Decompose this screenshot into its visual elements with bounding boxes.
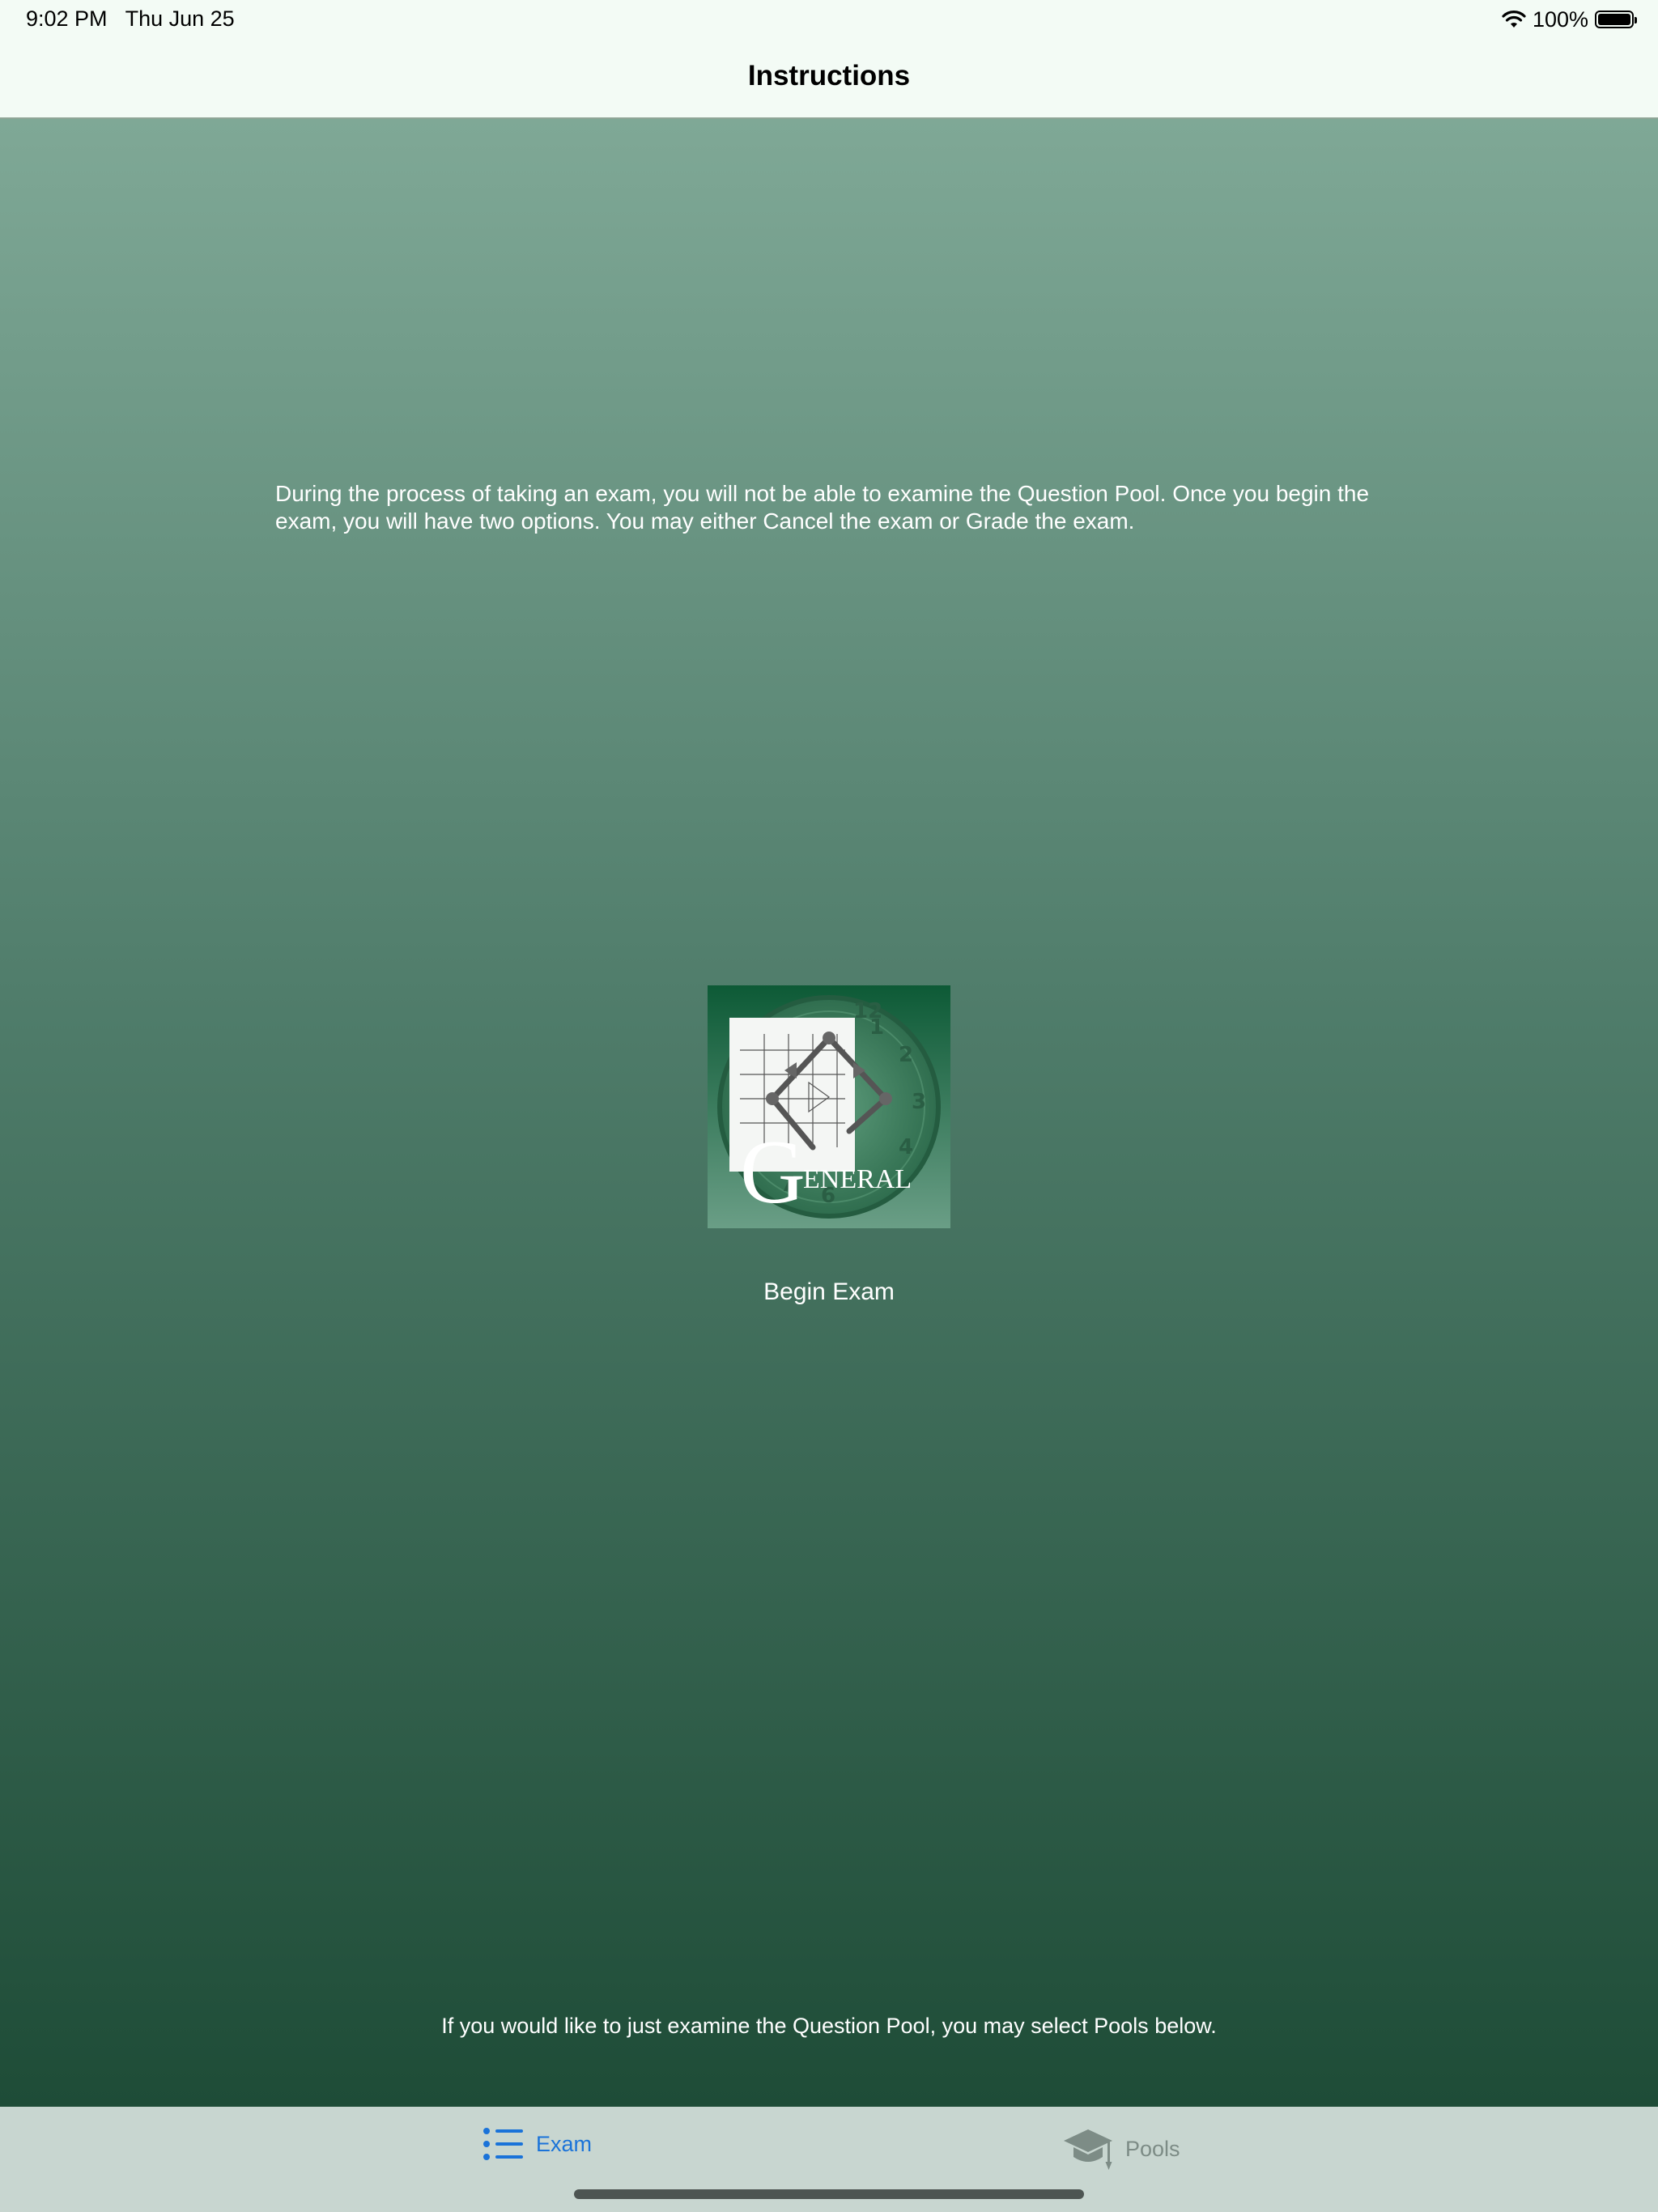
tab-exam-label: Exam (536, 2131, 593, 2156)
battery-percent: 100% (1532, 6, 1588, 32)
general-exam-logo-button[interactable]: 1 2 3 4 6 7 12 G ENERAL (708, 985, 950, 1228)
tab-pools-label: Pools (1125, 2136, 1180, 2161)
page-title: Instructions (747, 60, 911, 91)
begin-exam-button[interactable]: Begin Exam (0, 1278, 1658, 1306)
home-indicator[interactable] (574, 2189, 1084, 2199)
general-logo-image: 1 2 3 4 6 7 12 G ENERAL (708, 985, 950, 1228)
tab-pools[interactable]: Pools (1062, 2126, 1180, 2172)
battery-icon (1595, 11, 1637, 28)
svg-text:4: 4 (899, 1135, 913, 1159)
tab-exam[interactable]: Exam (483, 2126, 592, 2162)
top-bar: 9:02 PM Thu Jun 25 100% Instructions (0, 0, 1658, 119)
logo-rest-text: ENERAL (803, 1164, 912, 1194)
svg-text:3: 3 (912, 1090, 926, 1114)
date-text: Thu Jun 25 (125, 6, 235, 31)
list-icon (483, 2128, 523, 2160)
svg-text:2: 2 (899, 1043, 913, 1067)
wifi-icon (1502, 11, 1526, 28)
graduation-cap-icon (1064, 2129, 1112, 2170)
logo-big-letter: G (740, 1122, 806, 1223)
pools-hint-text: If you would like to just examine the Qu… (441, 2014, 1217, 2038)
app-screen: 9:02 PM Thu Jun 25 100% Instructions Dur… (0, 0, 1658, 2212)
battery-level (1598, 14, 1630, 25)
clock-text: 9:02 PM (26, 6, 108, 31)
svg-text:12: 12 (853, 999, 882, 1023)
status-time: 9:02 PM Thu Jun 25 (26, 6, 235, 32)
status-indicators: 100% (1502, 6, 1637, 32)
tab-bar: Exam Pools (0, 2107, 1658, 2212)
main-content: During the process of taking an exam, yo… (0, 119, 1658, 2107)
instructions-text: During the process of taking an exam, yo… (275, 481, 1370, 534)
